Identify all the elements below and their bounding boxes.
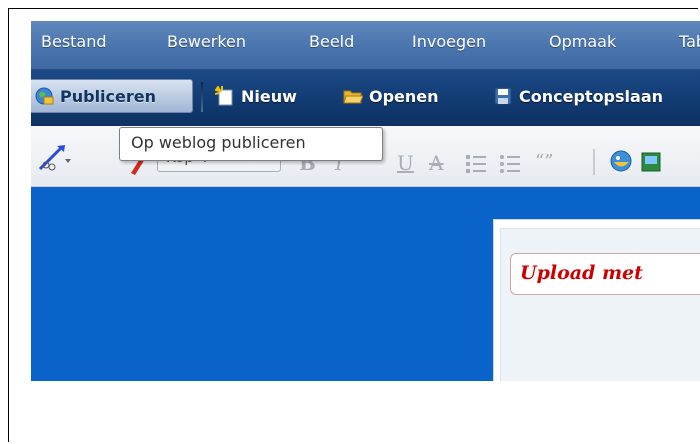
draw-tool-icon[interactable] [37, 143, 71, 177]
publish-label: Publiceren [60, 86, 157, 106]
document-page[interactable]: Upload met [493, 219, 700, 381]
blockquote-button[interactable]: “” [535, 151, 553, 172]
document-body[interactable]: Upload met [500, 228, 700, 381]
menu-bewerken[interactable]: Bewerken [167, 32, 246, 51]
open-button[interactable]: Openen [343, 79, 439, 113]
application-window: Bestand Bewerken Beeld Invoegen Opmaak T… [31, 21, 700, 381]
toolbar-separator [201, 82, 203, 112]
menu-invoegen[interactable]: Invoegen [412, 32, 486, 51]
menu-beeld[interactable]: Beeld [309, 32, 354, 51]
folder-open-icon [343, 86, 364, 106]
save-draft-button[interactable]: Conceptopslaan [493, 79, 663, 113]
menu-bar: Bestand Bewerken Beeld Invoegen Opmaak T… [31, 21, 700, 70]
tooltip-text: Op weblog publiceren [131, 133, 306, 152]
publish-icon [34, 86, 54, 106]
format-separator [593, 149, 595, 175]
insert-link-icon[interactable] [609, 149, 635, 179]
publish-button[interactable]: Publiceren [31, 79, 193, 113]
menu-bestand[interactable]: Bestand [41, 32, 107, 51]
heading-text: Upload met [520, 262, 643, 284]
menu-opmaak[interactable]: Opmaak [549, 32, 616, 51]
numbered-list-icon[interactable] [465, 153, 487, 179]
save-icon [493, 86, 513, 106]
underline-button[interactable]: U [397, 151, 414, 175]
save-draft-label: Conceptopslaan [519, 86, 663, 106]
insert-image-icon[interactable] [641, 151, 661, 177]
new-document-icon [214, 85, 235, 106]
strikethrough-button[interactable]: A [429, 151, 443, 175]
heading-text-box[interactable]: Upload met [510, 253, 700, 295]
bullet-list-icon[interactable] [499, 153, 521, 179]
publish-tooltip: Op weblog publiceren [119, 127, 383, 161]
editor-area[interactable]: Upload met [31, 187, 700, 381]
new-button[interactable]: Nieuw [214, 79, 297, 113]
new-label: Nieuw [241, 86, 297, 106]
publish-toolbar: Publiceren Nieuw Openen Conceptopslaan [31, 70, 700, 126]
screenshot-frame: Bestand Bewerken Beeld Invoegen Opmaak T… [8, 8, 700, 442]
open-label: Openen [369, 86, 439, 106]
menu-tabel[interactable]: Tab [679, 32, 700, 51]
